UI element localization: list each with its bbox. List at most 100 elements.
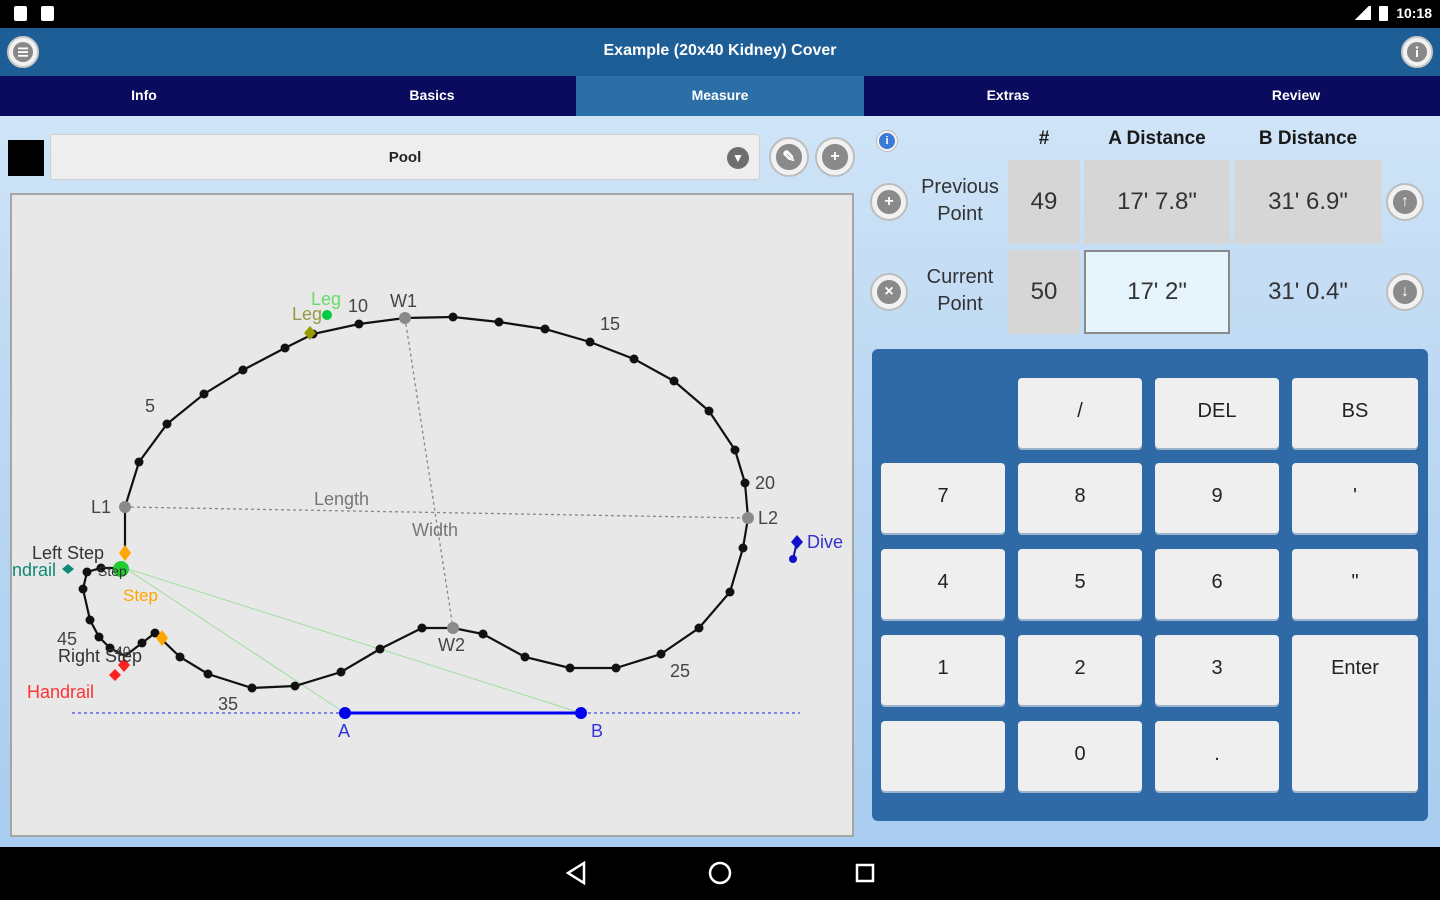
previous-point-number: 49 [1008, 160, 1080, 244]
previous-point-label-line1: Previous [921, 176, 999, 198]
a-distance-header: A Distance [1108, 128, 1206, 149]
key-6[interactable]: 6 [1155, 549, 1279, 619]
tab-info[interactable]: Info [0, 76, 288, 116]
tab-measure[interactable]: Measure [576, 76, 864, 116]
point-b[interactable] [575, 707, 587, 719]
current-point-b-distance[interactable]: 31' 0.4" [1234, 250, 1382, 334]
signal-icon [1353, 6, 1372, 20]
point-number-35: 35 [218, 694, 238, 714]
key-decimal[interactable]: . [1155, 721, 1279, 791]
key-slash[interactable]: / [1018, 378, 1142, 448]
pool-outline [81, 315, 750, 690]
key-3[interactable]: 3 [1155, 635, 1279, 705]
w2-label: W2 [438, 635, 465, 655]
edit-shape-button[interactable]: ✎ [769, 137, 809, 177]
navigation-bar [0, 847, 1440, 900]
app-title: Example (20x40 Kidney) Cover [603, 42, 837, 59]
key-enter[interactable]: Enter [1292, 635, 1418, 791]
length-line [124, 506, 749, 519]
key-blank[interactable] [881, 721, 1005, 791]
previous-point-label: Previous Point [914, 174, 1006, 228]
color-swatch[interactable] [8, 140, 44, 176]
pool-diagram: Leg Leg 10 W1 15 5 20 L1 Length L2 Width… [12, 289, 843, 741]
help-button[interactable]: i [876, 130, 898, 152]
key-7[interactable]: 7 [881, 463, 1005, 533]
key-backspace[interactable]: BS [1292, 378, 1418, 448]
width-label: Width [412, 520, 458, 540]
info-button[interactable] [1401, 36, 1433, 68]
current-point-number: 50 [1008, 250, 1080, 334]
handrail-left-label: ndrail [12, 560, 56, 580]
arrow-down-icon: ↓ [1393, 280, 1417, 304]
point-number-15: 15 [600, 314, 620, 334]
point-number-40: 40 [115, 643, 131, 659]
handrail-label: Handrail [27, 682, 94, 702]
point-number-20: 20 [755, 473, 775, 493]
previous-point-b-distance[interactable]: 31' 6.9" [1234, 160, 1382, 244]
key-9[interactable]: 9 [1155, 463, 1279, 533]
shape-dropdown-value: Pool [388, 149, 422, 166]
leg-marker-2 [322, 310, 332, 320]
tab-extras[interactable]: Extras [864, 76, 1152, 116]
arrow-up-icon: ↑ [1393, 190, 1417, 214]
guide-line-b [124, 567, 582, 714]
current-point-label-line2: Point [937, 293, 983, 315]
current-point-label: Current Point [914, 264, 1006, 318]
home-icon[interactable] [708, 861, 732, 885]
b-distance-header: B Distance [1258, 128, 1358, 149]
add-shape-button[interactable]: + [815, 137, 855, 177]
b-label: B [591, 721, 603, 741]
handrail-marker-2 [109, 669, 121, 681]
plus-icon: + [877, 190, 901, 214]
notification-icon [14, 6, 27, 21]
recents-icon[interactable] [855, 863, 875, 883]
point-a[interactable] [339, 707, 351, 719]
key-4[interactable]: 4 [881, 549, 1005, 619]
key-inches[interactable]: " [1292, 549, 1418, 619]
clock: 10:18 [1396, 5, 1432, 21]
info-icon: i [879, 133, 895, 149]
add-point-button[interactable]: + [870, 183, 908, 221]
leg-label-b: Leg [292, 304, 322, 324]
key-feet[interactable]: ' [1292, 463, 1418, 533]
download-icon [41, 6, 54, 21]
key-2[interactable]: 2 [1018, 635, 1142, 705]
close-icon: × [877, 280, 901, 304]
delete-point-button[interactable]: × [870, 273, 908, 311]
outline-points [78, 312, 750, 693]
l2-label: L2 [758, 508, 778, 528]
current-point-a-distance[interactable]: 17' 2" [1084, 250, 1230, 334]
pool-drawing[interactable]: Leg Leg 10 W1 15 5 20 L1 Length L2 Width… [10, 193, 854, 837]
previous-point-up-button[interactable]: ↑ [1386, 183, 1424, 221]
key-1[interactable]: 1 [881, 635, 1005, 705]
battery-icon [1379, 5, 1389, 21]
pencil-icon: ✎ [776, 144, 802, 170]
shape-dropdown[interactable]: Pool ▼ [50, 134, 760, 180]
dive-marker [791, 535, 803, 549]
keypad: / DEL BS 7 8 9 ' 4 5 6 " 1 2 3 Enter 0 . [872, 349, 1428, 821]
current-point-down-button[interactable]: ↓ [1386, 273, 1424, 311]
tab-basics[interactable]: Basics [288, 76, 576, 116]
app-bar: Example (20x40 Kidney) Cover [0, 28, 1440, 76]
key-8[interactable]: 8 [1018, 463, 1142, 533]
point-number-10: 10 [348, 296, 368, 316]
status-bar: 10:18 [0, 0, 1440, 28]
point-number-25: 25 [670, 661, 690, 681]
key-5[interactable]: 5 [1018, 549, 1142, 619]
l1-label: L1 [91, 497, 111, 517]
num-header: # [1038, 128, 1050, 149]
tab-review[interactable]: Review [1152, 76, 1440, 116]
back-icon[interactable] [565, 860, 586, 886]
step-marker [119, 545, 131, 561]
key-delete[interactable]: DEL [1155, 378, 1279, 448]
reference-points [119, 312, 754, 634]
point-number-5: 5 [145, 396, 155, 416]
info-icon [1407, 42, 1427, 62]
plus-icon: + [822, 144, 848, 170]
dive-label: Dive [807, 532, 843, 552]
previous-point-a-distance[interactable]: 17' 7.8" [1084, 160, 1230, 244]
handrail-marker-left [62, 564, 74, 574]
a-label: A [338, 721, 350, 741]
tab-bar: Info Basics Measure Extras Review [0, 76, 1440, 116]
key-0[interactable]: 0 [1018, 721, 1142, 791]
